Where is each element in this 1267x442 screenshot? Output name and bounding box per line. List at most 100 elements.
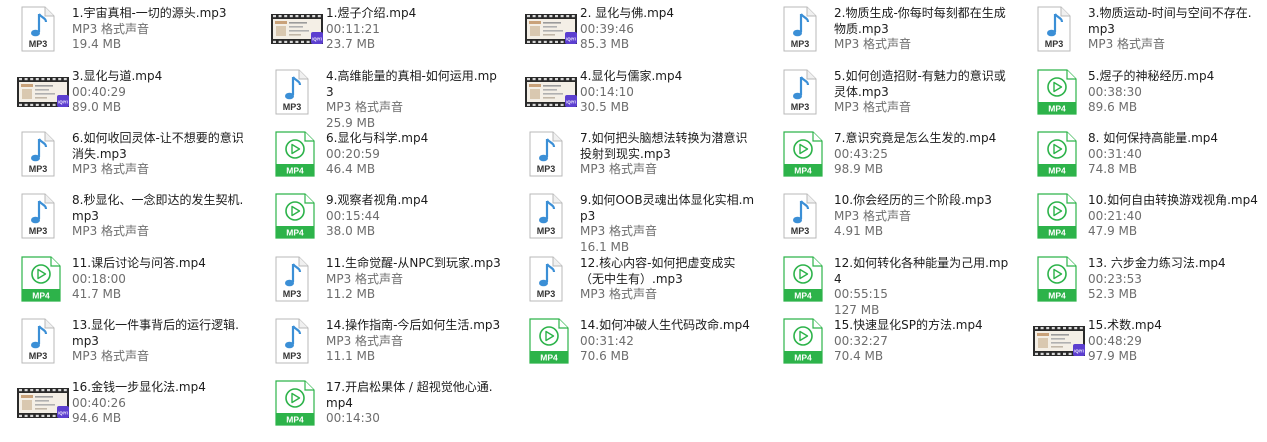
mp3-file-icon: MP3	[529, 131, 563, 177]
video-file-item[interactable]: MP4 11.课后讨论与问答.mp4 00:18:00 41.7 MB	[0, 256, 251, 318]
video-file-item[interactable]: MP4 10.如何自由转换游戏视角.mp4 00:21:40 47.9 MB	[1016, 193, 1267, 255]
file-duration: 00:48:29	[1088, 333, 1142, 348]
file-name: 5.煜子的神秘经历.mp4	[1088, 69, 1215, 83]
file-name: 16.金钱一步显化法.mp4	[72, 380, 206, 394]
player-badge-label: iQIYI	[58, 100, 68, 105]
video-file-item[interactable]: iQIYI 3.显化与道.mp4 00:40:29 89.0 MB	[0, 69, 251, 131]
mp3-icon-label: MP3	[29, 351, 48, 361]
video-file-item[interactable]: iQIYI 2. 显化与佛.mp4 00:39:46 85.3 MB	[508, 6, 759, 68]
file-name: 13. 六步金力练习法.mp4	[1088, 256, 1226, 270]
mp3-file-icon: MP3	[21, 318, 55, 364]
video-file-item[interactable]: MP4 8. 如何保持高能量.mp4 00:31:40 74.8 MB	[1016, 131, 1267, 193]
mp3-file-item[interactable]: MP3 1.宇宙真相-一切的源头.mp3 MP3 格式声音 19.4 MB	[0, 6, 251, 68]
file-duration: 00:15:44	[326, 208, 380, 223]
video-file-item[interactable]: MP4 14.如何冲破人生代码改命.mp4 00:31:42 70.6 MB	[508, 318, 759, 380]
mp3-file-item[interactable]: MP3 8.秒显化、一念即达的发生契机.mp3 MP3 格式声音	[0, 193, 251, 255]
video-file-item[interactable]: MP4 7.意识究竟是怎么生发的.mp4 00:43:25 98.9 MB	[762, 131, 1013, 193]
file-name: 4.高维能量的真相-如何运用.mp3	[326, 69, 497, 99]
file-duration: 00:31:40	[1088, 146, 1142, 161]
file-name: 10.如何自由转换游戏视角.mp4	[1088, 193, 1258, 207]
mp4-file-icon: MP4	[1037, 69, 1077, 115]
mp3-file-item[interactable]: MP3 6.如何收回灵体-让不想要的意识消失.mp3 MP3 格式声音	[0, 131, 251, 193]
mp3-file-item[interactable]: MP3 13.显化一件事背后的运行逻辑.mp3 MP3 格式声音	[0, 318, 251, 380]
file-duration: 00:32:27	[834, 333, 888, 348]
mp3-file-item[interactable]: MP3 11.生命觉醒-从NPC到玩家.mp3 MP3 格式声音 11.2 MB	[254, 256, 505, 318]
file-name: 1.煜子介绍.mp4	[326, 6, 417, 20]
mp3-file-icon: MP3	[529, 193, 563, 239]
video-file-item[interactable]: MP4 9.观察者视角.mp4 00:15:44 38.0 MB	[254, 193, 505, 255]
video-file-item[interactable]: iQIYI 4.显化与儒家.mp4 00:14:10 30.5 MB	[508, 69, 759, 131]
file-name: 5.如何创造招财-有魅力的意识或灵体.mp3	[834, 69, 1006, 99]
player-badge-label: iQIYI	[312, 37, 322, 42]
file-name: 3.物质运动-时间与空间不存在.mp3	[1088, 6, 1252, 36]
mp3-file-item[interactable]: MP3 2.物质生成-你每时每刻都在生成物质.mp3 MP3 格式声音	[762, 6, 1013, 68]
mp3-icon-label: MP3	[283, 351, 302, 361]
video-file-item[interactable]: MP4 15.快速显化SP的方法.mp4 00:32:27 70.4 MB	[762, 318, 1013, 380]
file-name: 3.显化与道.mp4	[72, 69, 163, 83]
mp4-file-icon: MP4	[275, 131, 315, 177]
file-name: 7.如何把头脑想法转换为潜意识投射到现实.mp3	[580, 131, 748, 161]
file-size: 70.6 MB	[580, 349, 630, 363]
mp3-file-item[interactable]: MP3 9.如何OOB灵魂出体显化实相.mp3 MP3 格式声音 16.1 MB	[508, 193, 759, 255]
mp3-icon-label: MP3	[1045, 39, 1064, 49]
mp4-icon-label: MP4	[32, 291, 50, 301]
file-name: 17.开启松果体 / 超视觉他心通.mp4	[326, 380, 493, 410]
mp3-file-item[interactable]: MP3 3.物质运动-时间与空间不存在.mp3 MP3 格式声音	[1016, 6, 1267, 68]
video-file-item[interactable]: MP4 12.如何转化各种能量为己用.mp4 00:55:15 127 MB	[762, 256, 1013, 318]
mp3-file-item[interactable]: MP3 5.如何创造招财-有魅力的意识或灵体.mp3 MP3 格式声音	[762, 69, 1013, 131]
video-file-item[interactable]: iQIYI 16.金钱一步显化法.mp4 00:40:26 94.6 MB	[0, 380, 251, 442]
video-file-item[interactable]: iQIYI 1.煜子介绍.mp4 00:11:21 23.7 MB	[254, 6, 505, 68]
file-type: MP3 格式声音	[580, 224, 658, 238]
video-file-item[interactable]: MP4 5.煜子的神秘经历.mp4 00:38:30 89.6 MB	[1016, 69, 1267, 131]
video-thumbnail-icon: iQIYI	[271, 14, 323, 44]
video-thumbnail-icon: iQIYI	[1033, 326, 1085, 356]
file-name: 6.如何收回灵体-让不想要的意识消失.mp3	[72, 131, 244, 161]
file-size: 11.1 MB	[326, 349, 376, 363]
video-file-item[interactable]: MP4 6.显化与科学.mp4 00:20:59 46.4 MB	[254, 131, 505, 193]
file-size: 52.3 MB	[1088, 287, 1138, 301]
file-type: MP3 格式声音	[1088, 37, 1166, 51]
video-file-item[interactable]: MP4 17.开启松果体 / 超视觉他心通.mp4 00:14:30	[254, 380, 505, 442]
mp3-icon-label: MP3	[283, 289, 302, 299]
player-badge-label: iQIYI	[566, 100, 576, 105]
mp3-file-item[interactable]: MP3 7.如何把头脑想法转换为潜意识投射到现实.mp3 MP3 格式声音	[508, 131, 759, 193]
file-size: 4.91 MB	[834, 224, 884, 238]
file-duration: 00:18:00	[72, 271, 126, 286]
file-type: MP3 格式声音	[72, 349, 150, 363]
mp4-icon-label: MP4	[540, 353, 558, 363]
mp4-file-icon: MP4	[529, 318, 569, 364]
mp4-file-icon: MP4	[1037, 256, 1077, 302]
file-type: MP3 格式声音	[580, 287, 658, 301]
file-name: 8.秒显化、一念即达的发生契机.mp3	[72, 193, 244, 223]
file-name: 1.宇宙真相-一切的源头.mp3	[72, 6, 227, 20]
mp4-icon-label: MP4	[1048, 104, 1066, 114]
file-size: 98.9 MB	[834, 162, 884, 176]
mp4-file-icon: MP4	[1037, 131, 1077, 177]
file-size: 89.6 MB	[1088, 100, 1138, 114]
file-name: 13.显化一件事背后的运行逻辑.mp3	[72, 318, 239, 348]
file-grid: MP3 1.宇宙真相-一切的源头.mp3 MP3 格式声音 19.4 MB iQIYI 1…	[0, 0, 1267, 438]
file-name: 15.快速显化SP的方法.mp4	[834, 318, 983, 332]
video-file-item[interactable]: iQIYI 15.术数.mp4 00:48:29 97.9 MB	[1016, 318, 1267, 380]
file-size: 47.9 MB	[1088, 224, 1138, 238]
file-size: 11.2 MB	[326, 287, 376, 301]
mp3-file-item[interactable]: MP3 12.核心内容-如何把虚变成实（无中生有）.mp3 MP3 格式声音	[508, 256, 759, 318]
file-duration: 00:14:10	[580, 84, 634, 99]
mp3-file-item[interactable]: MP3 10.你会经历的三个阶段.mp3 MP3 格式声音 4.91 MB	[762, 193, 1013, 255]
file-size: 16.1 MB	[580, 239, 630, 254]
file-duration: 00:40:26	[72, 395, 126, 410]
mp3-file-icon: MP3	[783, 193, 817, 239]
file-type: MP3 格式声音	[72, 21, 150, 36]
file-size: 94.6 MB	[72, 411, 122, 425]
mp3-file-icon: MP3	[1037, 6, 1071, 52]
mp3-file-item[interactable]: MP3 4.高维能量的真相-如何运用.mp3 MP3 格式声音 25.9 MB	[254, 69, 505, 131]
file-name: 7.意识究竟是怎么生发的.mp4	[834, 131, 997, 145]
video-thumbnail-icon: iQIYI	[525, 14, 577, 44]
file-type: MP3 格式声音	[326, 100, 404, 114]
mp4-icon-label: MP4	[286, 228, 304, 238]
video-file-item[interactable]: MP4 13. 六步金力练习法.mp4 00:23:53 52.3 MB	[1016, 256, 1267, 318]
mp4-icon-label: MP4	[1048, 166, 1066, 176]
mp4-icon-label: MP4	[794, 291, 812, 301]
mp3-file-item[interactable]: MP3 14.操作指南-今后如何生活.mp3 MP3 格式声音 11.1 MB	[254, 318, 505, 380]
file-size: 38.0 MB	[326, 224, 376, 238]
